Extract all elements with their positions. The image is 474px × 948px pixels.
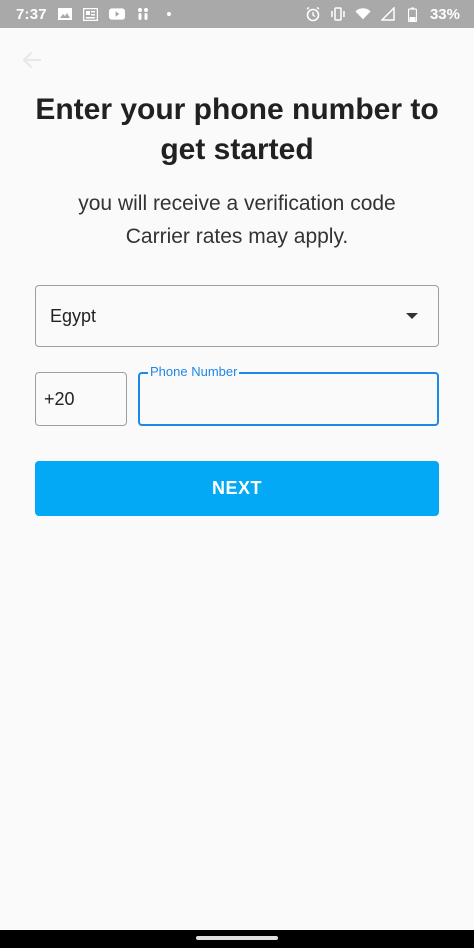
country-code-field[interactable]: +20 [35, 372, 127, 426]
wifi-icon [355, 7, 371, 21]
back-button[interactable] [18, 48, 46, 72]
signal-icon [380, 7, 396, 21]
phone-number-label: Phone Number [148, 364, 240, 379]
youtube-icon [108, 7, 125, 21]
vibrate-icon [330, 7, 346, 21]
country-value: Egypt [50, 305, 97, 326]
dropdown-arrow-icon [406, 313, 418, 319]
arrow-back-icon [22, 51, 42, 69]
battery-percent: 33% [429, 5, 460, 23]
walk-icon [135, 7, 151, 21]
news-icon [83, 7, 99, 21]
status-bar: 7:37 33% [0, 0, 474, 28]
phone-number-field[interactable]: Phone Number [138, 364, 439, 426]
home-handle[interactable] [196, 936, 278, 940]
alarm-icon [305, 6, 321, 22]
title-line-2: get started [160, 133, 314, 166]
subtitle-line-2: Carrier rates may apply. [125, 225, 349, 248]
country-select[interactable]: Egypt [35, 285, 439, 347]
status-time: 7:37 [16, 5, 47, 23]
dot-icon [161, 7, 177, 21]
navigation-bar [0, 930, 474, 948]
title-line-1: Enter your phone number to [35, 93, 439, 126]
image-icon [57, 7, 73, 21]
battery-icon [405, 7, 421, 22]
subtitle-line-1: you will receive a verification code [78, 192, 396, 215]
next-button[interactable]: NEXT [35, 461, 439, 516]
page-title: Enter your phone number to get started [0, 90, 474, 170]
phone-number-input[interactable] [140, 374, 437, 424]
